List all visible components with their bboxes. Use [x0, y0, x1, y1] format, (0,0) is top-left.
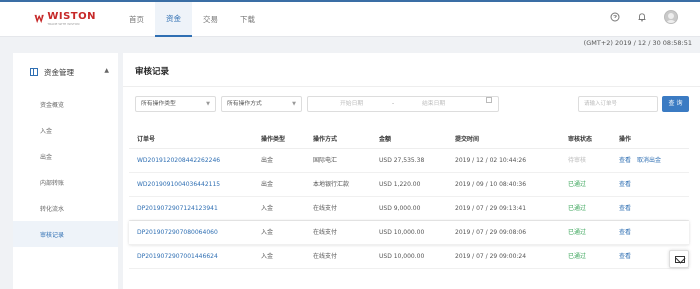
brand-logo[interactable]: WISTON TRADE WITH WISTON — [34, 8, 96, 30]
sidebar-item-overview[interactable]: 资金概览 — [13, 91, 118, 117]
title-divider — [123, 86, 700, 87]
main-panel: 审核记录 所有操作类型 ▼ 所有操作方式 ▼ 开始日期 - 结束日期 请输入订单… — [123, 53, 700, 289]
calendar-icon — [486, 97, 492, 103]
date-separator: - — [392, 101, 395, 107]
sidebar-group-funds[interactable]: 资金管理 ▲ — [13, 53, 118, 91]
nav-home[interactable]: 首页 — [118, 2, 155, 37]
row-type: 入金 — [261, 253, 274, 260]
date-range-picker[interactable]: 开始日期 - 结束日期 — [307, 96, 499, 112]
brand-name: WISTON — [47, 11, 96, 22]
view-link[interactable]: 查看 — [619, 173, 631, 197]
row-method: 国际电汇 — [313, 157, 338, 164]
status-badge: 已通过 — [568, 253, 587, 260]
server-time: (GMT+2) 2019 / 12 / 30 08:58:51 — [583, 39, 692, 47]
row-amount: USD 9,000.00 — [379, 205, 421, 212]
end-date-placeholder: 结束日期 — [422, 101, 446, 107]
row-type: 入金 — [261, 205, 274, 212]
user-avatar[interactable] — [664, 10, 678, 24]
nav-download[interactable]: 下载 — [229, 2, 266, 37]
wallet-icon — [30, 68, 38, 76]
row-time: 2019 / 09 / 10 08:40:36 — [455, 181, 527, 188]
sidebar-group-label: 资金管理 — [44, 67, 74, 77]
row-type: 出金 — [261, 181, 274, 188]
view-link[interactable]: 查看 — [619, 245, 631, 269]
order-search-input[interactable]: 请输入订单号 — [578, 96, 658, 112]
col-status: 审核状态 — [568, 136, 593, 143]
col-method: 操作方式 — [313, 136, 338, 143]
start-date-placeholder: 开始日期 — [340, 101, 364, 107]
order-link[interactable]: WD2019091004036442115 — [137, 173, 220, 197]
sidebar-item-deposit[interactable]: 入金 — [13, 117, 118, 143]
row-type: 出金 — [261, 157, 274, 164]
table-row: DP2019072907001446624 入金 在线支付 USD 10,000… — [129, 245, 689, 269]
row-time: 2019 / 07 / 29 09:00:24 — [455, 253, 527, 260]
top-bar: WISTON TRADE WITH WISTON 首页 资金 交易 下载 — [0, 0, 700, 37]
col-actions: 操作 — [619, 136, 632, 143]
row-amount: USD 10,000.00 — [379, 229, 425, 236]
order-link[interactable]: DP2019072907080064060 — [137, 221, 218, 245]
table-row: WD2019120208442262246 出金 国际电汇 USD 27,535… — [129, 149, 689, 173]
cancel-withdraw-link[interactable]: 取消出金 — [637, 149, 661, 173]
wiston-logo-icon — [34, 14, 44, 24]
col-type: 操作类型 — [261, 136, 286, 143]
col-order: 订单号 — [137, 136, 156, 143]
table-row: WD2019091004036442115 出金 本地银行汇款 USD 1,22… — [129, 173, 689, 197]
chevron-down-icon: ▼ — [292, 101, 296, 107]
op-type-select[interactable]: 所有操作类型 ▼ — [135, 96, 216, 112]
page-title: 审核记录 — [135, 67, 170, 77]
status-badge: 已通过 — [568, 205, 587, 212]
table-row: DP2019072907080064060 入金 在线支付 USD 10,000… — [129, 221, 689, 245]
order-link[interactable]: WD2019120208442262246 — [137, 149, 220, 173]
sidebar-item-transfer[interactable]: 内部转账 — [13, 169, 118, 195]
table-row: DP2019072907124123941 入金 在线支付 USD 9,000.… — [129, 197, 689, 221]
col-amount: 金额 — [379, 136, 392, 143]
sidebar-item-audit[interactable]: 审核记录 — [13, 221, 118, 247]
search-button[interactable]: 查 询 — [662, 96, 689, 112]
bell-icon[interactable] — [637, 12, 647, 22]
op-method-select[interactable]: 所有操作方式 ▼ — [221, 96, 302, 112]
nav-trade[interactable]: 交易 — [192, 2, 229, 37]
nav-funds[interactable]: 资金 — [155, 2, 192, 37]
row-time: 2019 / 07 / 29 09:13:41 — [455, 205, 527, 212]
row-method: 本地银行汇款 — [313, 181, 350, 188]
sidebar: 资金管理 ▲ 资金概览 入金 出金 内部转账 转化流水 审核记录 — [13, 53, 118, 289]
search-button-label: 查 询 — [668, 100, 683, 107]
order-link[interactable]: DP2019072907124123941 — [137, 197, 218, 221]
chevron-down-icon: ▼ — [206, 101, 210, 107]
col-time: 提交时间 — [455, 136, 480, 143]
brand-tagline: TRADE WITH WISTON — [47, 22, 80, 26]
main-nav: 首页 资金 交易 下载 — [118, 2, 266, 37]
mail-icon — [675, 256, 685, 263]
row-amount: USD 1,220.00 — [379, 181, 421, 188]
status-badge: 已通过 — [568, 229, 587, 236]
row-method: 在线支付 — [313, 205, 338, 212]
view-link[interactable]: 查看 — [619, 221, 631, 245]
message-float-button[interactable] — [669, 250, 689, 268]
chevron-up-icon: ▲ — [104, 67, 109, 74]
row-method: 在线支付 — [313, 229, 338, 236]
help-circle-icon[interactable] — [610, 12, 620, 22]
sidebar-item-flow[interactable]: 转化流水 — [13, 195, 118, 221]
row-amount: USD 10,000.00 — [379, 253, 425, 260]
row-type: 入金 — [261, 229, 274, 236]
view-link[interactable]: 查看 — [619, 149, 631, 173]
op-type-value: 所有操作类型 — [141, 101, 176, 107]
filter-bar: 所有操作类型 ▼ 所有操作方式 ▼ 开始日期 - 结束日期 请输入订单号 查 询 — [135, 96, 695, 112]
order-link[interactable]: DP2019072907001446624 — [137, 245, 218, 269]
row-method: 在线支付 — [313, 253, 338, 260]
status-badge: 待审核 — [568, 157, 587, 164]
table-header: 订单号 操作类型 操作方式 金额 提交时间 审核状态 操作 — [129, 131, 689, 149]
row-amount: USD 27,535.38 — [379, 157, 425, 164]
row-time: 2019 / 12 / 02 10:44:26 — [455, 157, 527, 164]
row-time: 2019 / 07 / 29 09:08:06 — [455, 229, 527, 236]
audit-table: 订单号 操作类型 操作方式 金额 提交时间 审核状态 操作 WD20191202… — [123, 131, 700, 269]
status-badge: 已通过 — [568, 181, 587, 188]
view-link[interactable]: 查看 — [619, 197, 631, 221]
sidebar-item-withdraw[interactable]: 出金 — [13, 143, 118, 169]
op-method-value: 所有操作方式 — [227, 101, 262, 107]
